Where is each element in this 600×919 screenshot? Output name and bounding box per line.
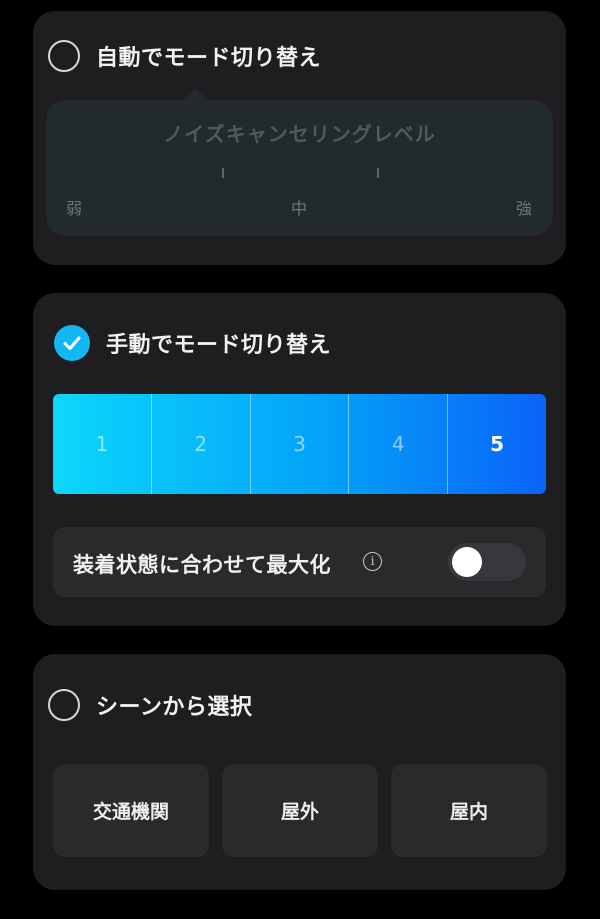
level-segment-bar: 1 2 3 4 5: [53, 394, 546, 494]
auto-mode-label: 自動でモード切り替え: [96, 46, 322, 71]
level-tick: [377, 168, 379, 178]
scene-mode-option[interactable]: シーンから選択: [48, 689, 252, 721]
maximize-label: 装着状態に合わせて最大化: [73, 553, 331, 577]
level-segment-5[interactable]: 5: [448, 394, 546, 494]
level-track: [68, 168, 531, 182]
manual-mode-card: 手動でモード切り替え 1 2 3 4 5 装着状態に合わせて最大化 i: [33, 293, 566, 626]
checkmark-icon[interactable]: [54, 325, 90, 361]
manual-mode-label: 手動でモード切り替え: [106, 333, 332, 358]
maximize-setting-row: 装着状態に合わせて最大化 i: [53, 527, 546, 597]
level-segment-1[interactable]: 1: [53, 394, 152, 494]
level-label-mid: 中: [291, 199, 308, 218]
scene-mode-label: シーンから選択: [96, 695, 253, 720]
toggle-knob: [452, 547, 482, 577]
manual-mode-option[interactable]: 手動でモード切り替え: [54, 325, 331, 361]
scene-mode-card: シーンから選択 交通機関 屋外 屋内: [33, 654, 566, 890]
maximize-toggle[interactable]: [448, 543, 526, 581]
scene-button-transport[interactable]: 交通機関: [53, 764, 209, 857]
scene-button-indoor[interactable]: 屋内: [391, 764, 547, 857]
radio-unchecked-icon[interactable]: [48, 40, 80, 72]
scene-button-outdoor[interactable]: 屋外: [222, 764, 378, 857]
level-segment-2[interactable]: 2: [152, 394, 251, 494]
auto-mode-option[interactable]: 自動でモード切り替え: [48, 40, 321, 72]
auto-mode-card: 自動でモード切り替え ノイズキャンセリングレベル 弱 中 強: [33, 11, 566, 265]
radio-unchecked-icon[interactable]: [48, 689, 80, 721]
noise-cancelling-level-title: ノイズキャンセリングレベル: [163, 122, 436, 146]
info-icon[interactable]: i: [363, 552, 382, 571]
level-segment-3[interactable]: 3: [251, 394, 350, 494]
level-label-high: 強: [516, 199, 533, 218]
noise-cancelling-level-panel: ノイズキャンセリングレベル 弱 中 強: [46, 88, 553, 236]
level-segment-4[interactable]: 4: [349, 394, 449, 494]
level-tick: [222, 168, 224, 178]
level-label-low: 弱: [66, 199, 83, 218]
panel-pointer-icon: [183, 88, 207, 100]
